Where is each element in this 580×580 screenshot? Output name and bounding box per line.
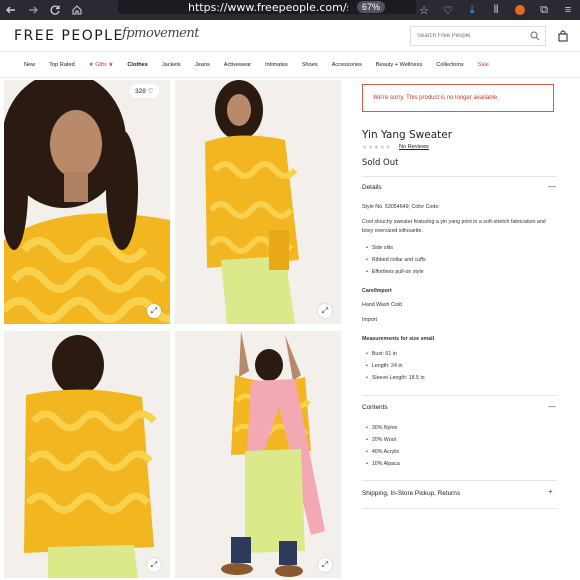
nav-beauty-wellness[interactable]: Beauty + Wellness (376, 62, 422, 68)
home-button[interactable] (66, 0, 88, 20)
list-item: 40% Acrylic (366, 446, 400, 458)
home-icon (72, 5, 82, 15)
style-number: Style No. 53054649; Color Code: (362, 204, 440, 210)
nav-sale[interactable]: Sale (478, 62, 489, 68)
list-item: Ribbed collar and cuffs (366, 254, 426, 266)
url-text: https://www.freepeople.com/shop (188, 0, 348, 14)
contents-collapse-toggle[interactable]: — (548, 402, 556, 411)
contents-list: 30% Nylon 20% Wool 40% Acrylic 10% Alpac… (366, 422, 400, 470)
like-count: 328 (135, 87, 146, 95)
shipping-heading[interactable]: Shipping, In-Store Pickup, Returns (362, 490, 460, 497)
product-image-2[interactable]: ⤢ (175, 80, 341, 324)
sold-out-label: Sold Out (362, 158, 399, 168)
rating-stars: ★★★★★ (362, 145, 392, 151)
list-item: Effortless pull-on style (366, 266, 426, 278)
menu-icon[interactable]: ≡ (556, 0, 580, 20)
nav-activewear[interactable]: Activewear (224, 62, 251, 68)
heart-icon: ♡ (147, 88, 154, 95)
product-image-3[interactable]: ⤢ (4, 331, 170, 578)
like-count-badge[interactable]: 328 ♡ (130, 84, 159, 98)
product-title: Yin Yang Sweater (362, 129, 453, 141)
search-input[interactable] (417, 33, 527, 39)
divider (362, 480, 556, 481)
nav-jackets[interactable]: Jackets (162, 62, 181, 68)
measurements-heading: Measurements for size small (362, 336, 435, 342)
reviews-link[interactable]: No Reviews (399, 144, 429, 150)
care-text: Hand Wash Cold (362, 302, 402, 308)
nav-intimates[interactable]: Intimates (265, 62, 288, 68)
care-heading: Care/Import (362, 288, 392, 294)
divider (362, 176, 556, 177)
nav-gifts[interactable]: ★ Gifts ★ (89, 62, 114, 68)
search-box[interactable] (410, 26, 546, 46)
measurements-list: Bust: 61 in Length: 24 in Sleeve Length:… (366, 348, 425, 384)
nav-clothes[interactable]: Clothes (127, 62, 148, 68)
back-button[interactable] (0, 0, 22, 20)
list-item: 20% Wool (366, 434, 400, 446)
contents-heading[interactable]: Contents (362, 404, 388, 411)
free-people-logo[interactable]: FREE PEOPLE (14, 28, 124, 44)
reload-icon (50, 5, 60, 15)
list-item: Length: 24 in (366, 360, 425, 372)
expand-icon: ⤢ (150, 306, 158, 315)
expand-icon: ⤢ (321, 560, 329, 569)
expand-image-button[interactable]: ⤢ (318, 304, 332, 318)
pocket-icon[interactable]: ♡ (436, 0, 460, 20)
list-item: 10% Alpaca (366, 458, 400, 470)
search-icon[interactable] (530, 31, 540, 41)
library-icon[interactable]: ⫴ (484, 0, 508, 20)
nav-new[interactable]: New (24, 62, 35, 68)
nav-collections[interactable]: Collections (436, 62, 463, 68)
arrow-left-icon (6, 6, 15, 14)
import-text: Import (362, 317, 378, 323)
nav-shoes[interactable]: Shoes (302, 62, 318, 68)
list-item: Side slits (366, 242, 426, 254)
list-item: Bust: 61 in (366, 348, 425, 360)
list-item: 30% Nylon (366, 422, 400, 434)
browser-extensions: ☆ ♡ ⤓ ⫴ ⧉ ≡ (412, 0, 580, 20)
fp-movement-logo[interactable]: fpmovement (122, 26, 199, 41)
expand-image-button[interactable]: ⤢ (147, 558, 161, 572)
divider (362, 395, 556, 396)
list-item: Sleeve Length: 18.5 in (366, 372, 425, 384)
nav-accessories[interactable]: Accessories (332, 62, 362, 68)
zoom-badge[interactable]: 67% (357, 1, 386, 13)
extension-icon[interactable] (508, 0, 532, 20)
product-image-1[interactable]: ⤢ (4, 80, 170, 324)
arrow-right-icon (29, 6, 38, 14)
expand-image-button[interactable]: ⤢ (147, 304, 161, 318)
shopping-bag-icon[interactable] (557, 30, 569, 42)
bookmark-star-icon[interactable]: ☆ (412, 0, 436, 20)
nav-jeans[interactable]: Jeans (195, 62, 210, 68)
site-header: FREE PEOPLE fpmovement (0, 20, 580, 52)
unavailable-notice: We're sorry. This product is no longer a… (362, 84, 554, 112)
main-navigation: New Top Rated ★ Gifts ★ Clothes Jackets … (0, 52, 580, 78)
shipping-expand-toggle[interactable]: + (548, 487, 553, 496)
reload-button[interactable] (44, 0, 66, 20)
divider (362, 508, 556, 509)
expand-icon: ⤢ (150, 560, 158, 569)
details-collapse-toggle[interactable]: — (548, 182, 556, 191)
downloads-icon[interactable]: ⤓ (460, 0, 484, 20)
product-description: Cool slouchy sweater featuring a yin yan… (362, 219, 546, 234)
expand-image-button[interactable]: ⤢ (318, 558, 332, 572)
features-list: Side slits Ribbed collar and cuffs Effor… (366, 242, 426, 278)
product-image-4[interactable]: ⤢ (175, 331, 341, 578)
details-heading[interactable]: Details (362, 184, 382, 191)
expand-icon: ⤢ (321, 306, 329, 315)
nav-top-rated[interactable]: Top Rated (49, 62, 75, 68)
puzzle-icon[interactable]: ⧉ (532, 0, 556, 20)
forward-button[interactable] (22, 0, 44, 20)
